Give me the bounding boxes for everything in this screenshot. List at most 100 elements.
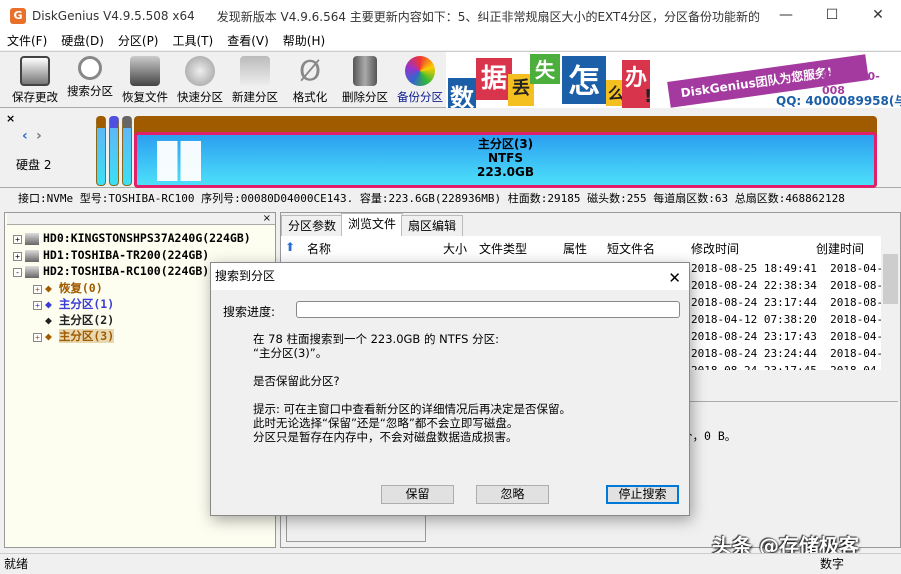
label: 格式化 [292, 90, 328, 104]
expand-toggle[interactable]: + [13, 235, 22, 244]
banner-char: 数 [448, 78, 476, 108]
label: 快速分区 [177, 90, 223, 104]
column-header[interactable]: 创建时间 [816, 240, 864, 257]
column-header[interactable]: 属性 [563, 240, 587, 257]
banner-qq: QQ: 4000089958(与 [776, 94, 901, 108]
partition-block-3[interactable]: 主分区(3) NTFS 223.0GB [134, 116, 877, 188]
found-partition-name: “主分区(3)”。 [253, 346, 328, 360]
banner-char: ! [644, 86, 653, 107]
format-button[interactable]: Ø 格式化 [283, 56, 337, 105]
tree-disk-hd1[interactable]: + HD1:TOSHIBA-TR200(224GB) [13, 248, 209, 262]
recover-files-button[interactable]: 恢复文件 [118, 56, 172, 105]
tree-partition-3[interactable]: + ◆ 主分区(3) [33, 328, 115, 344]
delete-partition-button[interactable]: 删除分区 [338, 56, 392, 105]
partition-icon: ◆ [45, 329, 59, 343]
tree-label: 主分区(1) [58, 297, 115, 311]
keep-button[interactable]: 保留 [381, 485, 454, 504]
next-disk-icon[interactable]: › [36, 128, 42, 144]
tree-partition-2[interactable]: ◆ 主分区(2) [45, 312, 114, 328]
backup-partition-button[interactable]: 备份分区 [393, 56, 447, 105]
title-bar: G DiskGenius V4.9.5.508 x64 发现新版本 V4.9.6… [0, 0, 901, 32]
tab-partition-params[interactable]: 分区参数 [281, 215, 344, 236]
disk-map: × ‹ › 硬盘 2 主分区(3) NTFS 223.0GB [0, 108, 901, 188]
table-row[interactable]: 2018-08-25 18:49:41 2018-04-12 [691, 262, 896, 275]
menu-partition[interactable]: 分区(P) [111, 32, 166, 50]
maximize-button[interactable]: ☐ [809, 0, 855, 32]
prev-disk-icon[interactable]: ‹ [22, 128, 28, 144]
ignore-button[interactable]: 忽略 [476, 485, 549, 504]
tab-sector-editor[interactable]: 扇区编辑 [401, 215, 464, 236]
column-header[interactable]: 大小 [443, 240, 467, 257]
menu-help[interactable]: 帮助(H) [276, 32, 332, 50]
ad-banner[interactable]: 数 据 丢 失 怎 么 办 ! DiskGenius团队为您服务! 致电: 40… [446, 52, 901, 108]
tree-disk-hd0[interactable]: + HD0:KINGSTONSHPS37A240G(224GB) [13, 231, 251, 245]
hard-disk-icon [25, 265, 39, 278]
modified-time: 2018-08-24 23:17:43 [691, 330, 817, 343]
save-changes-button[interactable]: 保存更改 [8, 56, 62, 105]
close-button[interactable]: ✕ [855, 0, 901, 32]
tree-partition-recovery[interactable]: + ◆ 恢复(0) [33, 280, 103, 296]
expand-toggle[interactable]: + [13, 252, 22, 261]
banner-char: 据 [476, 58, 512, 100]
menu-disk[interactable]: 硬盘(D) [54, 32, 111, 50]
hard-disk-icon [25, 232, 39, 245]
menu-tools[interactable]: 工具(T) [166, 32, 221, 50]
magnifier-icon [78, 56, 102, 80]
expand-toggle[interactable]: + [33, 333, 42, 342]
expand-toggle[interactable]: + [33, 301, 42, 310]
expand-toggle[interactable]: + [33, 285, 42, 294]
panel-close-icon[interactable]: × [7, 213, 275, 225]
table-row[interactable]: 2018-04-12 07:38:20 2018-04-12 [691, 313, 896, 326]
new-partition-icon [240, 56, 270, 86]
partition-icon: ◆ [45, 297, 59, 311]
table-row[interactable]: 2018-08-24 23:17:44 2018-08-24 [691, 296, 896, 309]
search-partition-button[interactable]: 搜索分区 [63, 56, 117, 99]
tree-partition-1[interactable]: + ◆ 主分区(1) [33, 296, 114, 312]
tree-label: 恢复(0) [58, 281, 103, 295]
quick-partition-button[interactable]: 快速分区 [173, 56, 227, 105]
modified-time: 2018-08-25 18:49:41 [691, 262, 817, 275]
modified-time: 2018-08-24 23:24:44 [691, 347, 817, 360]
tree-label: 主分区(3) [58, 329, 115, 343]
stop-search-button[interactable]: 停止搜索 [606, 485, 679, 504]
tree-disk-hd2[interactable]: - HD2:TOSHIBA-RC100(224GB) [13, 264, 209, 278]
keep-question: 是否保留此分区? [253, 374, 340, 388]
partition-icon: ◆ [45, 281, 59, 295]
column-header[interactable]: 修改时间 [691, 240, 739, 257]
scroll-thumb[interactable] [883, 254, 898, 304]
menu-bar: 文件(F) 硬盘(D) 分区(P) 工具(T) 查看(V) 帮助(H) [0, 32, 901, 50]
column-header[interactable]: 短文件名 [607, 240, 655, 257]
menu-view[interactable]: 查看(V) [220, 32, 276, 50]
vertical-scrollbar[interactable] [881, 236, 900, 386]
label: 恢复文件 [122, 90, 168, 104]
up-folder-icon[interactable]: ⬆ [285, 240, 295, 254]
dialog-title: 搜索到分区 [215, 269, 276, 283]
label: 保存更改 [12, 90, 58, 104]
expand-toggle[interactable]: - [13, 268, 22, 277]
tree-label: HD2:TOSHIBA-RC100(224GB) [43, 264, 210, 278]
partition-icon: ◆ [45, 313, 59, 327]
table-row[interactable]: 2018-08-24 22:38:34 2018-08-24 [691, 279, 896, 292]
hint-line: 分区只是暂存在内存中，不会对磁盘数据造成损害。 [253, 430, 518, 444]
recover-icon [130, 56, 160, 86]
close-panel-icon[interactable]: × [6, 112, 15, 125]
table-row[interactable]: 2018-08-24 23:17:43 2018-04-12 [691, 330, 896, 343]
partition-block-1[interactable] [109, 116, 119, 186]
hard-disk-icon [25, 249, 39, 262]
table-row[interactable]: 2018-08-24 23:24:44 2018-04-12 [691, 347, 896, 360]
dialog-title-bar: 搜索到分区 ✕ [211, 263, 689, 290]
menu-file[interactable]: 文件(F) [0, 32, 54, 50]
dialog-close-button[interactable]: ✕ [668, 265, 681, 291]
modified-time: 2018-08-24 22:38:34 [691, 279, 817, 292]
column-header[interactable]: 文件类型 [479, 240, 527, 257]
column-header[interactable]: 名称 [307, 240, 331, 257]
partition-size: 223.0GB [477, 165, 534, 179]
update-notice[interactable]: 发现新版本 V4.9.6.564 主要更新内容如下：5、纠正非常规扇区大小的EX… [217, 8, 760, 25]
partition-block-2[interactable] [122, 116, 132, 186]
minimize-button[interactable]: — [763, 0, 809, 32]
partition-block-recovery[interactable] [96, 116, 106, 186]
window-title: DiskGenius V4.9.5.508 x64 [32, 9, 195, 23]
new-partition-button[interactable]: 新建分区 [228, 56, 282, 105]
tab-browse-files[interactable]: 浏览文件 [341, 213, 404, 236]
label: 搜索分区 [67, 84, 113, 98]
